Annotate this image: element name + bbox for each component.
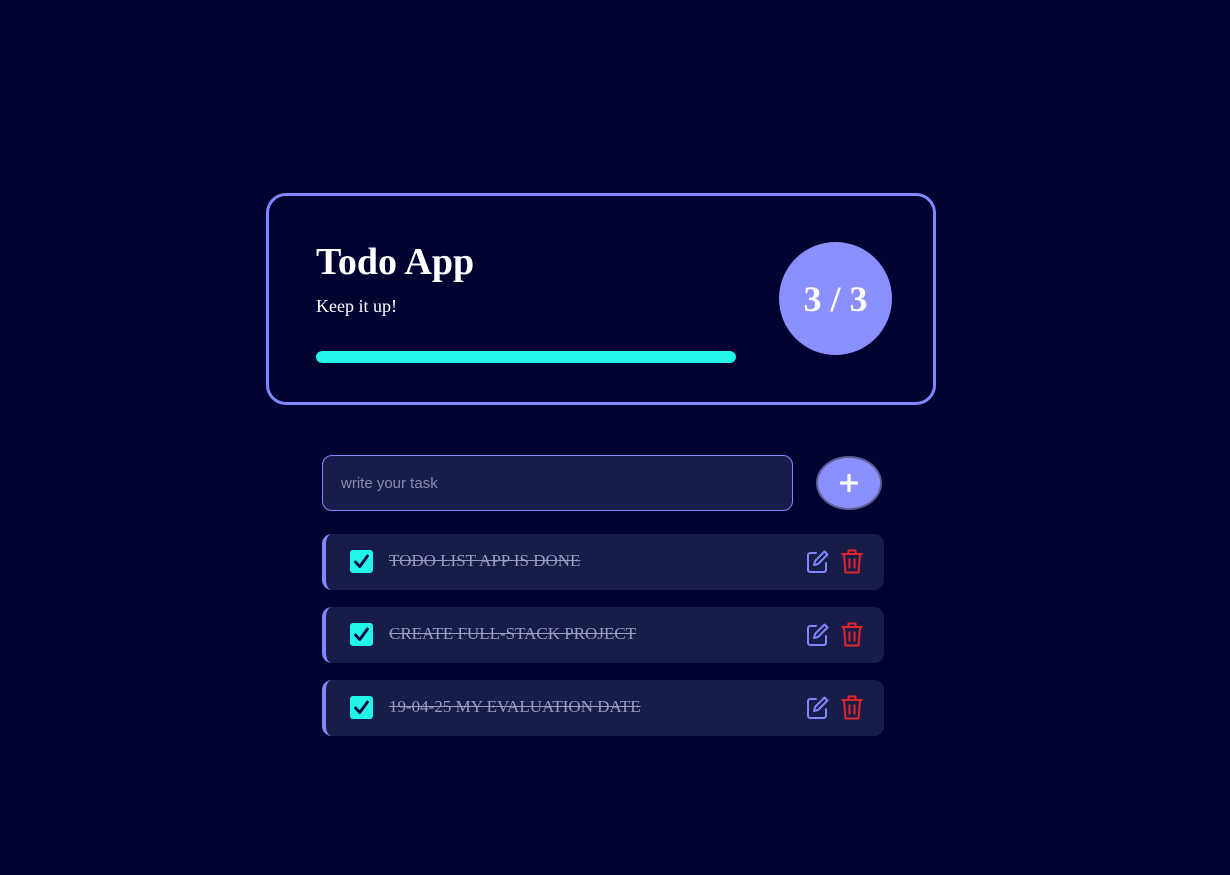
- check-icon: [354, 700, 369, 714]
- task-item: 19-04-25 MY EVALUATION DATE: [322, 680, 884, 736]
- task-input[interactable]: [322, 455, 793, 511]
- plus-icon: [840, 474, 858, 492]
- todo-app: Todo App Keep it up! 3 / 3 TODO LIST APP…: [0, 0, 1230, 875]
- add-task-button[interactable]: [816, 456, 882, 510]
- task-checkbox[interactable]: [350, 696, 373, 719]
- task-checkbox[interactable]: [350, 550, 373, 573]
- progress-fill: [316, 351, 736, 363]
- progress-bar: [316, 351, 736, 363]
- trash-icon[interactable]: [840, 621, 864, 648]
- task-text: 19-04-25 MY EVALUATION DATE: [389, 697, 641, 716]
- task-checkbox[interactable]: [350, 623, 373, 646]
- task-item: CREATE FULL-STACK PROJECT: [322, 607, 884, 663]
- check-icon: [354, 627, 369, 641]
- app-subtitle: Keep it up!: [316, 296, 397, 316]
- trash-icon[interactable]: [840, 548, 864, 575]
- edit-icon[interactable]: [806, 622, 830, 647]
- trash-icon[interactable]: [840, 694, 864, 721]
- edit-icon[interactable]: [806, 549, 830, 574]
- task-text: TODO LIST APP IS DONE: [389, 551, 581, 570]
- task-text: CREATE FULL-STACK PROJECT: [389, 624, 637, 643]
- check-icon: [354, 554, 369, 568]
- task-item: TODO LIST APP IS DONE: [322, 534, 884, 590]
- stats-card: Todo App Keep it up! 3 / 3: [266, 193, 936, 405]
- task-list: TODO LIST APP IS DONE CREATE FULL-STACK …: [322, 534, 884, 753]
- app-title: Todo App: [316, 241, 475, 283]
- task-count-badge: 3 / 3: [779, 242, 892, 355]
- edit-icon[interactable]: [806, 695, 830, 720]
